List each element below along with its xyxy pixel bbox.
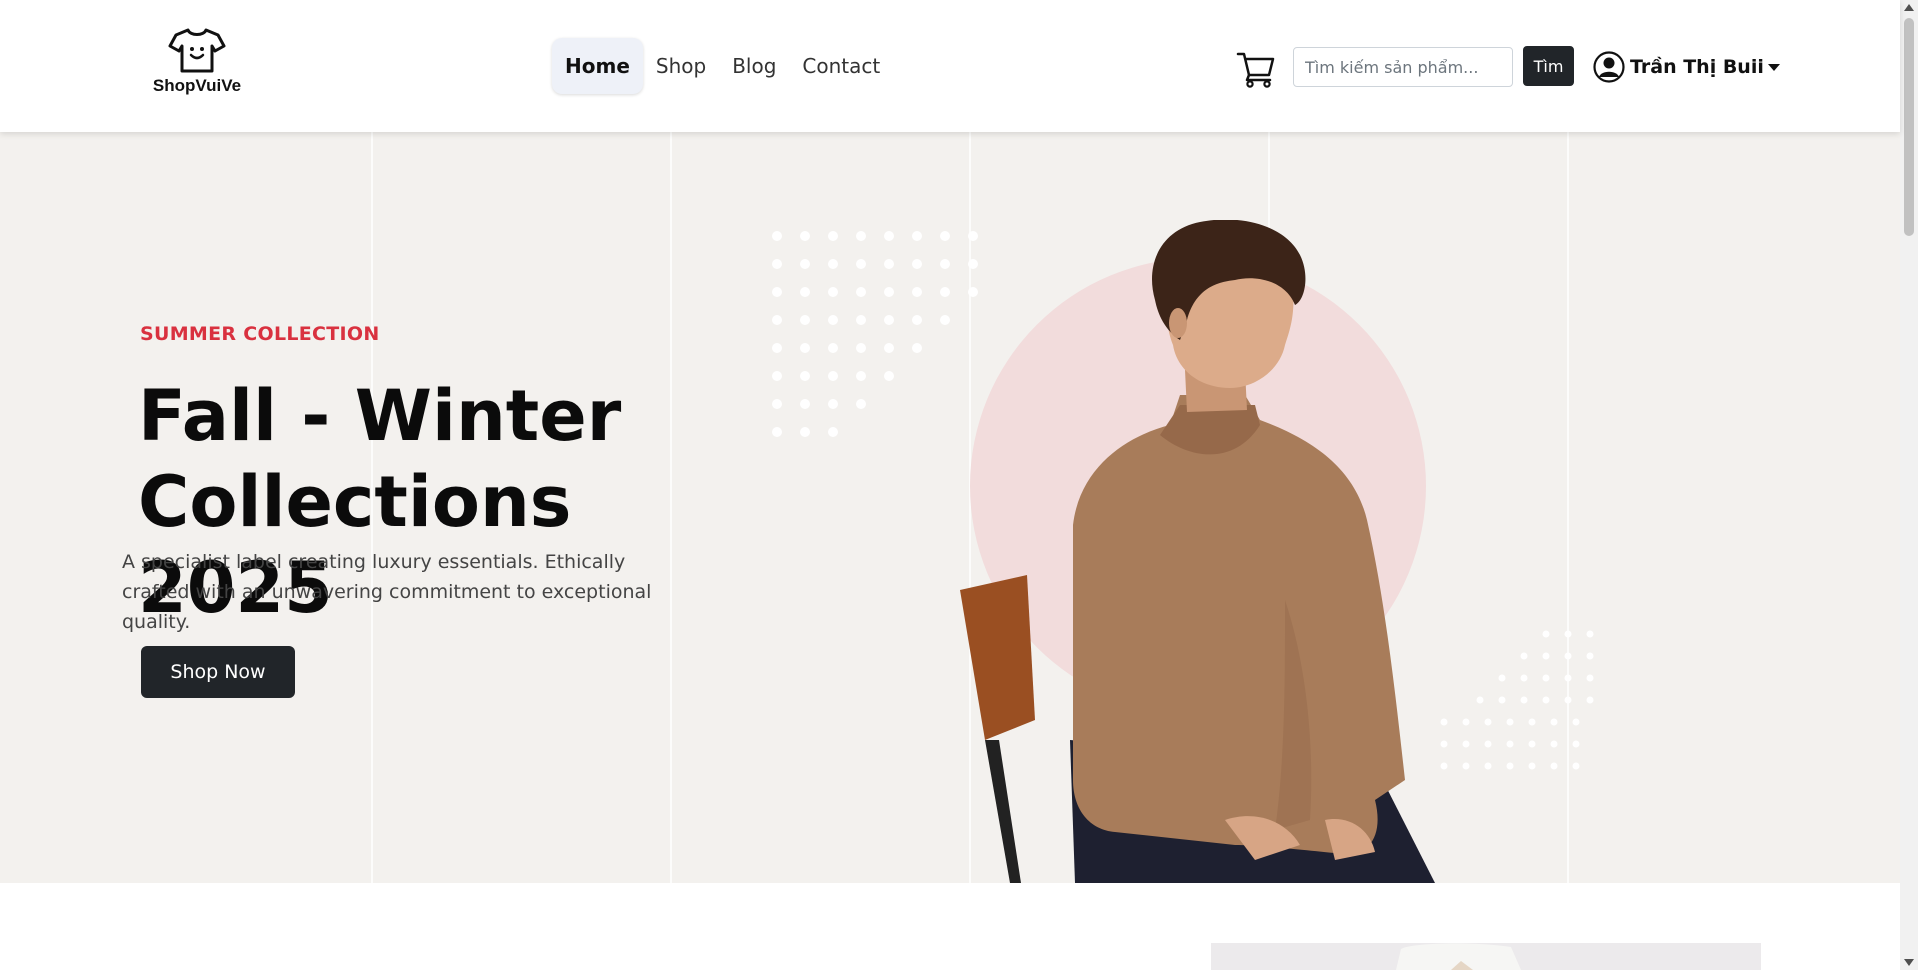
user-menu[interactable]: Trần Thị Buii: [1593, 49, 1780, 85]
hero-subtitle: SUMMER COLLECTION: [140, 323, 380, 345]
promo-image: [1211, 943, 1761, 970]
hero-banner: SUMMER COLLECTION Fall - Winter Collecti…: [0, 132, 1900, 883]
caret-down-icon: [1767, 63, 1780, 71]
search-input[interactable]: [1293, 47, 1513, 87]
page: ShopVuiVe Home Shop Blog Contact Tìm kiế…: [0, 0, 1918, 970]
site-header: ShopVuiVe Home Shop Blog Contact Tìm kiế…: [0, 0, 1900, 132]
nav-contact[interactable]: Contact: [789, 38, 893, 94]
nav-shop[interactable]: Shop: [643, 38, 719, 94]
scroll-up-arrow-icon[interactable]: [1904, 4, 1914, 11]
nav-blog[interactable]: Blog: [719, 38, 789, 94]
logo[interactable]: ShopVuiVe: [150, 26, 244, 104]
nav-home[interactable]: Home: [552, 38, 643, 94]
dot-pattern-top: [772, 231, 978, 437]
main-nav: Home Shop Blog Contact: [552, 38, 893, 94]
search-button[interactable]: Tìm: [1523, 46, 1574, 86]
hero-description: A specialist label creating luxury essen…: [122, 551, 652, 633]
tshirt-smile-icon: [168, 28, 226, 73]
cart-icon[interactable]: [1236, 48, 1276, 88]
logo-text: ShopVuiVe: [152, 76, 242, 95]
scrollbar-thumb[interactable]: [1904, 18, 1914, 236]
page-scrollbar[interactable]: [1900, 0, 1918, 970]
shop-now-button[interactable]: Shop Now: [141, 646, 295, 698]
hero-model-image: [960, 220, 1435, 883]
scroll-down-arrow-icon[interactable]: [1904, 959, 1914, 966]
user-circle-icon: [1593, 51, 1625, 83]
user-name: Trần Thị Buii: [1630, 56, 1764, 78]
